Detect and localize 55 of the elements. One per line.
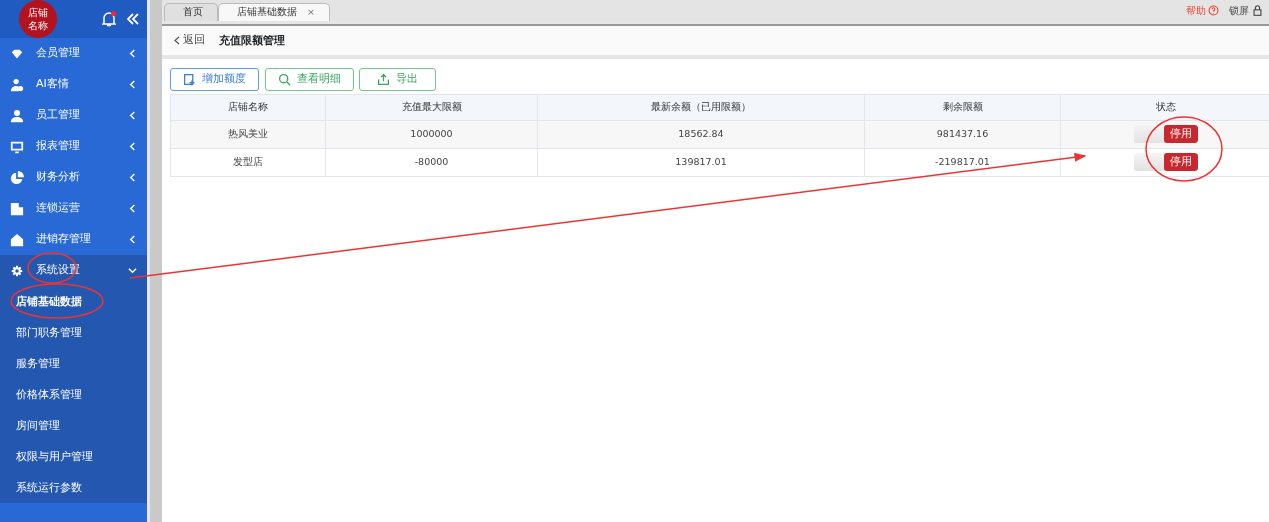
lock-icon: [1252, 5, 1263, 16]
submenu-item[interactable]: 系统运行参数: [0, 472, 147, 503]
help-icon: [1208, 5, 1220, 16]
submenu-item[interactable]: 店铺基础数据: [0, 286, 147, 317]
close-icon[interactable]: ×: [307, 5, 315, 20]
person-gear-icon: [10, 77, 24, 92]
column-header: 状态: [1060, 94, 1269, 121]
toolbar-button[interactable]: 增加额度: [170, 68, 259, 91]
bell-icon[interactable]: [102, 11, 116, 27]
collapse-icon[interactable]: [127, 13, 139, 25]
top-link[interactable]: 锁屏: [1229, 3, 1263, 18]
column-header: 店铺名称: [170, 94, 326, 121]
menu-item[interactable]: 财务分析: [0, 162, 147, 193]
building-icon: [10, 201, 24, 216]
house-icon: [10, 232, 24, 247]
search-icon: [277, 73, 291, 86]
person-icon: [10, 108, 24, 123]
tab[interactable]: 首页: [164, 3, 218, 21]
table-cell: 热风美业: [170, 120, 326, 149]
toolbar-button[interactable]: 查看明细: [264, 68, 354, 91]
menu-item[interactable]: 会员管理: [0, 38, 147, 69]
menu-item[interactable]: 连锁运营: [0, 193, 147, 224]
export-icon: [377, 73, 390, 86]
toggle-switch[interactable]: 停用: [1133, 153, 1198, 172]
submenu-item[interactable]: 房间管理: [0, 410, 147, 441]
gear-icon: [10, 263, 24, 278]
add-note-icon: [183, 73, 196, 86]
table-cell: -219817.01: [864, 148, 1061, 177]
page-title: 充值限额管理: [218, 32, 285, 48]
table-cell: -80000: [325, 148, 538, 177]
toggle-switch[interactable]: 停用: [1133, 125, 1198, 144]
tab[interactable]: 店铺基础数据 ×: [218, 3, 330, 21]
column-header: 充值最大限额: [325, 94, 538, 121]
menu-item[interactable]: 报表管理: [0, 131, 147, 162]
top-link[interactable]: 帮助: [1185, 3, 1220, 18]
table-cell: 981437.16: [864, 120, 1061, 149]
submenu-item[interactable]: 价格体系管理: [0, 379, 147, 410]
column-header: 最新余额（已用限额）: [537, 94, 865, 121]
table-cell: 139817.01: [537, 148, 865, 177]
monitor-icon: [10, 139, 24, 154]
submenu-item[interactable]: 服务管理: [0, 348, 147, 379]
menu-item[interactable]: AI客情: [0, 69, 147, 100]
logo: 店铺 名称: [19, 0, 57, 38]
submenu-item[interactable]: 部门职务管理: [0, 317, 147, 348]
toolbar-button[interactable]: 导出: [359, 68, 436, 91]
table-cell: 18562.84: [537, 120, 865, 149]
back-link[interactable]: 返回: [174, 32, 205, 49]
submenu-item[interactable]: 权限与用户管理: [0, 441, 147, 472]
chevron-left-icon: [174, 36, 180, 45]
menu-item[interactable]: 员工管理: [0, 100, 147, 131]
column-header: 剩余限额: [864, 94, 1061, 121]
table-cell: 发型店: [170, 148, 326, 177]
pie-chart-icon: [10, 170, 24, 185]
table-cell: 1000000: [325, 120, 538, 149]
menu-item[interactable]: 进销存管理: [0, 224, 147, 255]
